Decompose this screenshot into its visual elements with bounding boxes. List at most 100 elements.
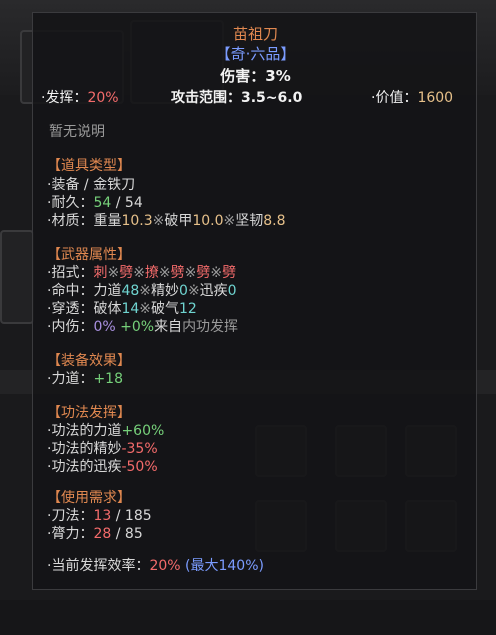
skill-effect-title: 【功法发挥】 [47, 405, 131, 421]
weight-value: 10.3 [121, 213, 153, 229]
hit-skill-label: 精妙 [151, 283, 180, 299]
arm-req-current: 28 [93, 526, 112, 542]
move-chop: 劈 [170, 265, 185, 281]
background-bottom-bar [0, 600, 496, 635]
inner-injury-line: ·内伤：0% +0%来自内功发挥 [47, 318, 238, 336]
move-sweep: 撩 [144, 265, 159, 281]
effect-label: ·发挥： [41, 90, 88, 106]
equip-strength-label: ·力道： [47, 371, 94, 387]
price-line: ·价值：1600 [371, 89, 453, 107]
durability-max: 54 [124, 195, 143, 211]
equip-strength-line: ·力道：+18 [47, 370, 123, 388]
moves-line: ·招式：刺※劈※撩※劈※劈※劈 [47, 264, 236, 282]
pierce-body-value: 14 [121, 301, 140, 317]
move-chop: 劈 [222, 265, 237, 281]
toughness-label: 坚韧 [235, 213, 264, 229]
material-line: ·材质：重量10.3※破甲10.0※坚韧8.8 [47, 212, 286, 230]
requirements-title: 【使用需求】 [47, 490, 131, 506]
durability-current: 54 [93, 195, 112, 211]
separator: ※ [158, 265, 171, 281]
hit-skill-value: 0 [179, 283, 188, 299]
moves-label: ·招式： [47, 265, 94, 281]
weapon-attr-title: 【武器属性】 [47, 247, 131, 263]
separator: ※ [223, 213, 236, 229]
separator: ※ [187, 283, 200, 299]
separator: ※ [107, 265, 120, 281]
effect-value: 20% [87, 90, 119, 106]
separator: ※ [210, 265, 223, 281]
separator: ※ [152, 213, 165, 229]
inner-injury-value: 0% [93, 319, 116, 335]
blade-req-line: ·刀法：13 / 185 [47, 507, 152, 525]
skill-precision-line: ·功法的精妙-35% [47, 440, 158, 458]
pierce-line: ·穿透：破体14※破气12 [47, 300, 197, 318]
efficiency-max: (最大140%) [185, 558, 264, 574]
skill-strength-label: ·功法的力道 [47, 423, 122, 439]
durability-line: ·耐久：54 / 54 [47, 194, 143, 212]
pierce-body-label: 破体 [93, 301, 122, 317]
separator: ※ [139, 283, 152, 299]
arm-req-required: 85 [124, 526, 143, 542]
pierce-label: ·穿透： [47, 301, 94, 317]
armor-break-value: 10.0 [192, 213, 224, 229]
arm-req-line: ·膂力：28 / 85 [47, 525, 143, 543]
move-chop: 劈 [196, 265, 211, 281]
equip-type-line: ·装备 / 金铁刀 [47, 176, 135, 194]
inner-injury-label: ·内伤： [47, 319, 94, 335]
skill-precision-value: -35% [121, 441, 158, 457]
skill-speed-label: ·功法的迅疾 [47, 459, 122, 475]
inner-injury-source: 内功发挥 [182, 319, 239, 335]
hit-strength-value: 48 [121, 283, 140, 299]
skill-speed-line: ·功法的迅疾-50% [47, 458, 158, 476]
armor-break-label: 破甲 [164, 213, 193, 229]
item-rarity: 【奇·六品】 [215, 45, 296, 63]
efficiency-value: 20% [149, 558, 181, 574]
blade-req-label: ·刀法： [47, 508, 94, 524]
efficiency-label: ·当前发挥效率： [47, 558, 150, 574]
skill-strength-value: +60% [121, 423, 165, 439]
item-name: 苗祖刀 [232, 25, 278, 43]
hit-label: ·命中： [47, 283, 94, 299]
range-label: 攻击范围： [171, 90, 241, 106]
effect-line: ·发挥：20% [41, 89, 119, 107]
skill-speed-value: -50% [121, 459, 158, 475]
blade-req-separator: / [111, 508, 125, 524]
hit-speed-value: 0 [227, 283, 237, 299]
separator: ※ [133, 265, 145, 281]
price-label: ·价值： [371, 90, 418, 106]
material-label: ·材质： [47, 213, 94, 229]
inner-injury-bonus: +0% [115, 319, 155, 335]
no-description: 暂无说明 [49, 124, 105, 140]
damage-label: 伤害： [220, 67, 266, 85]
durability-label: ·耐久： [47, 195, 94, 211]
skill-precision-label: ·功法的精妙 [47, 441, 122, 457]
price-value: 1600 [417, 90, 454, 106]
separator: ※ [184, 265, 197, 281]
arm-req-label: ·膂力： [47, 526, 94, 542]
weight-label: 重量 [93, 213, 122, 229]
background-portrait [0, 230, 34, 324]
range-value: 3.5~6.0 [241, 90, 303, 106]
move-stab: 刺 [93, 265, 108, 281]
equip-type-label: ·装备 / [47, 177, 94, 193]
hit-line: ·命中：力道48※精妙0※迅疾0 [47, 282, 237, 300]
blade-req-current: 13 [93, 508, 112, 524]
equip-effect-title: 【装备效果】 [47, 353, 131, 369]
move-chop: 劈 [119, 265, 134, 281]
blade-req-required: 185 [124, 508, 152, 524]
hit-strength-label: 力道 [93, 283, 122, 299]
inner-injury-from: 来自 [154, 319, 183, 335]
skill-strength-line: ·功法的力道+60% [47, 422, 164, 440]
toughness-value: 8.8 [263, 213, 286, 229]
separator: ※ [139, 301, 152, 317]
durability-separator: / [111, 195, 125, 211]
efficiency-line: ·当前发挥效率：20% (最大140%) [47, 557, 264, 575]
damage-line: 伤害：3% [33, 67, 478, 85]
arm-req-separator: / [111, 526, 125, 542]
item-tooltip: 苗祖刀 【奇·六品】 伤害：3% ·发挥：20% 攻击范围：3.5~6.0 ·价… [32, 12, 477, 590]
range-line: 攻击范围：3.5~6.0 [171, 89, 302, 107]
equip-type-value: 金铁刀 [93, 177, 136, 193]
pierce-qi-value: 12 [179, 301, 197, 317]
damage-value: 3% [265, 67, 291, 85]
pierce-qi-label: 破气 [151, 301, 180, 317]
